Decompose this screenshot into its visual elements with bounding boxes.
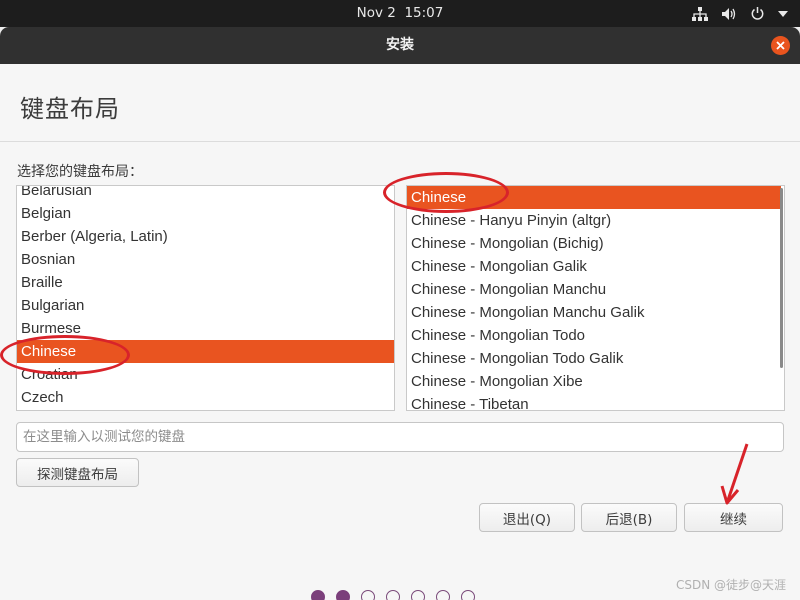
page-title: 键盘布局 xyxy=(20,95,120,123)
quit-button[interactable]: 退出(Q) xyxy=(479,503,575,532)
power-icon[interactable] xyxy=(750,6,765,21)
watermark: CSDN @徒步@天涯 xyxy=(675,578,786,592)
keyboard-test-input[interactable] xyxy=(16,422,784,452)
progress-dot xyxy=(361,590,375,600)
clock-date: Nov 2 xyxy=(356,5,396,21)
header-divider xyxy=(0,141,800,142)
variant-list[interactable]: Chinese Chinese - Hanyu Pinyin (altgr) C… xyxy=(406,185,785,411)
annotation-circle-variant xyxy=(383,172,509,213)
variant-item[interactable]: Chinese - Mongolian Todo xyxy=(407,324,784,347)
variant-item[interactable]: Chinese - Mongolian Manchu Galik xyxy=(407,301,784,324)
layout-item[interactable]: Bosnian xyxy=(17,248,394,271)
top-panel: Nov 2 15:07 xyxy=(0,0,800,27)
back-button[interactable]: 后退(B) xyxy=(581,503,677,532)
layout-item[interactable]: Bulgarian xyxy=(17,294,394,317)
continue-button[interactable]: 继续 xyxy=(684,503,783,532)
network-icon[interactable] xyxy=(692,6,708,21)
volume-icon[interactable] xyxy=(721,7,737,21)
window-title: 安装 xyxy=(386,37,414,53)
variant-item[interactable]: Chinese - Mongolian (Bichig) xyxy=(407,232,784,255)
progress-dot-done xyxy=(311,590,325,600)
variant-scrollbar[interactable] xyxy=(780,188,783,368)
progress-dot xyxy=(461,590,475,600)
layout-prompt: 选择您的键盘布局： xyxy=(17,164,143,180)
variant-item[interactable]: Chinese - Hanyu Pinyin (altgr) xyxy=(407,209,784,232)
variant-item[interactable]: Chinese - Mongolian Galik xyxy=(407,255,784,278)
clock-time: 15:07 xyxy=(404,5,444,21)
layout-item[interactable]: Belgian xyxy=(17,202,394,225)
detect-layout-button[interactable]: 探测键盘布局 xyxy=(16,458,139,487)
progress-dots xyxy=(311,590,475,600)
progress-dot xyxy=(436,590,450,600)
clock[interactable]: Nov 2 15:07 xyxy=(0,0,800,27)
system-tray[interactable] xyxy=(692,0,788,27)
variant-item[interactable]: Chinese - Mongolian Xibe xyxy=(407,370,784,393)
window-titlebar[interactable]: 安装 xyxy=(0,27,800,64)
menu-down-icon[interactable] xyxy=(778,10,788,18)
variant-item[interactable]: Chinese - Mongolian Todo Galik xyxy=(407,347,784,370)
close-button[interactable] xyxy=(771,36,790,55)
variant-item[interactable]: Chinese - Tibetan xyxy=(407,393,784,410)
annotation-arrow-icon xyxy=(720,443,749,505)
layout-item[interactable]: Belarusian xyxy=(17,186,394,202)
layout-item[interactable]: Czech xyxy=(17,386,394,409)
installer-window: 安装 键盘布局 选择您的键盘布局： Belarusian Belgian Ber… xyxy=(0,27,800,600)
progress-dot-done xyxy=(336,590,350,600)
layout-item[interactable]: Berber (Algeria, Latin) xyxy=(17,225,394,248)
layout-list[interactable]: Belarusian Belgian Berber (Algeria, Lati… xyxy=(16,185,395,411)
variant-item[interactable]: Chinese - Mongolian Manchu xyxy=(407,278,784,301)
close-icon xyxy=(776,41,785,50)
layout-item[interactable]: Braille xyxy=(17,271,394,294)
annotation-circle-layout xyxy=(0,335,130,375)
progress-dot xyxy=(411,590,425,600)
progress-dot xyxy=(386,590,400,600)
